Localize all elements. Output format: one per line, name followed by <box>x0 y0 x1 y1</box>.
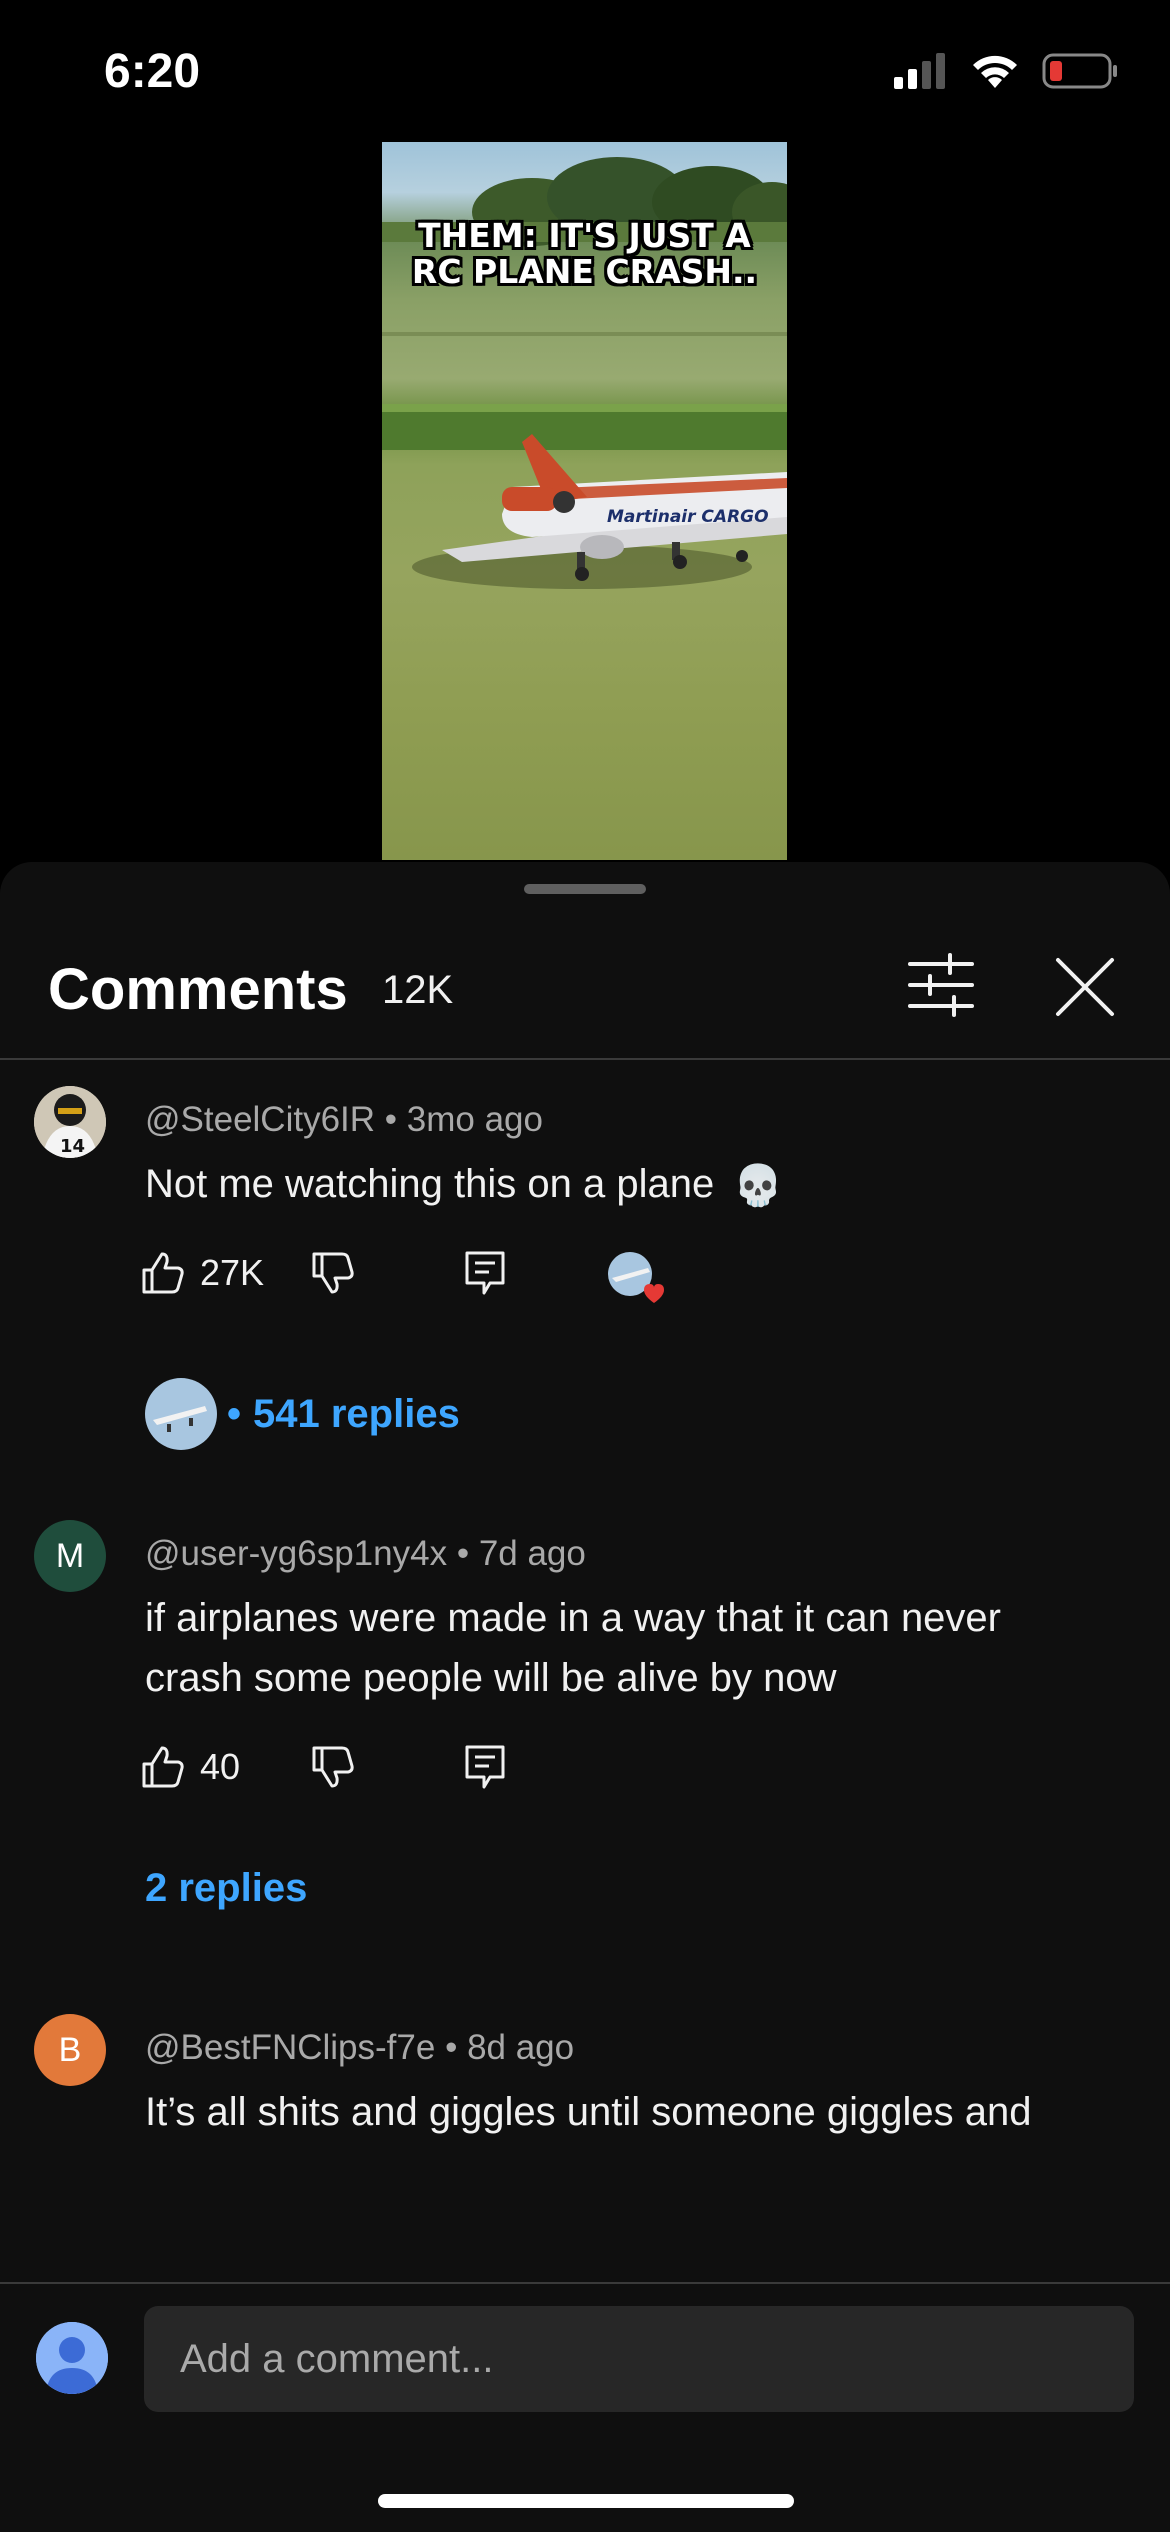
wifi-icon <box>973 55 1017 88</box>
sliders-icon <box>908 953 974 1017</box>
view-replies-link[interactable]: • 541 replies <box>145 1378 460 1450</box>
comment-meta: @SteelCity6IR • 3mo ago <box>145 1100 543 1140</box>
comment-body: It’s all shits and giggles until someone… <box>145 2090 1032 2134</box>
comment-author[interactable]: @SteelCity6IR <box>145 1100 375 1139</box>
like-count: 40 <box>200 1746 241 1787</box>
video-caption: THEM: IT'S JUST A RC PLANE CRASH.. <box>382 218 787 290</box>
screen: 6:20 Martinair CARGO THEM: IT'S JUST A R… <box>0 0 1170 2532</box>
football-player-avatar-icon: 14 <box>34 1086 106 1158</box>
comment-age: 7d ago <box>478 1534 586 1573</box>
creator-heart <box>606 1250 668 1306</box>
status-time: 6:20 <box>104 45 201 98</box>
replies-count: 2 replies <box>145 1866 308 1910</box>
reply-icon <box>465 1745 505 1789</box>
comment-actions: 40 <box>140 1744 740 1804</box>
skull-emoji: 💀 <box>733 1164 784 1209</box>
comment-text: Not me watching this on a plane 💀 <box>145 1154 1105 1216</box>
status-icons <box>894 52 1118 90</box>
avatar[interactable]: 14 <box>34 1086 106 1158</box>
like-count: 27K <box>200 1252 265 1293</box>
meta-separator: • <box>384 1100 398 1139</box>
comments-count: 12K <box>382 968 454 1012</box>
comment-item: B @BestFNClips-f7e • 8d ago It’s all shi… <box>0 2014 1170 2144</box>
reply-icon <box>465 1251 505 1295</box>
battery-icon <box>1042 53 1117 89</box>
status-bar: 6:20 <box>0 0 1170 140</box>
like-button[interactable]: 27K <box>140 1250 264 1296</box>
comment-item: 14 @SteelCity6IR • 3mo ago Not me watchi… <box>0 1086 1170 1450</box>
comment-meta: @user-yg6sp1ny4x • 7d ago <box>145 1534 586 1574</box>
thumbs-up-icon <box>142 1746 184 1788</box>
meta-separator: • <box>445 2028 458 2067</box>
video-player[interactable]: Martinair CARGO THEM: IT'S JUST A RC PLA… <box>382 142 787 860</box>
current-user-avatar[interactable] <box>36 2322 108 2394</box>
add-comment-input[interactable] <box>144 2306 1134 2412</box>
comment-author[interactable]: @BestFNClips-f7e <box>145 2028 435 2067</box>
cellular-signal-icon <box>894 53 945 89</box>
comment-age: 8d ago <box>467 2028 575 2067</box>
view-replies-link[interactable]: 2 replies <box>145 1866 307 1911</box>
thumbs-down-icon <box>312 1746 354 1788</box>
avatar[interactable]: M <box>34 1520 106 1592</box>
avatar[interactable]: B <box>34 2014 106 2086</box>
reply-author-avatar-icon <box>145 1378 217 1450</box>
caption-line-2: RC PLANE CRASH.. <box>411 252 758 291</box>
comment-age: 3mo ago <box>406 1100 543 1139</box>
close-icon <box>1056 958 1114 1016</box>
creator-heart-icon <box>608 1252 664 1303</box>
close-button[interactable] <box>1054 956 1116 1018</box>
sort-filter-button[interactable] <box>906 952 976 1018</box>
home-indicator[interactable] <box>378 2494 794 2508</box>
dislike-button[interactable] <box>310 1744 356 1790</box>
comments-list: 14 @SteelCity6IR • 3mo ago Not me watchi… <box>0 1086 1170 2144</box>
comment-body: Not me watching this on a plane <box>145 1162 715 1206</box>
replies-separator: • <box>227 1391 242 1436</box>
thumbs-down-icon <box>312 1252 354 1294</box>
user-silhouette-icon <box>36 2322 108 2394</box>
svg-text:14: 14 <box>60 1136 85 1157</box>
comments-title: Comments <box>48 957 348 1022</box>
comment-item: M @user-yg6sp1ny4x • 7d ago if airplanes… <box>0 1520 1170 1940</box>
like-button[interactable]: 40 <box>140 1744 240 1790</box>
comment-text: It’s all shits and giggles until someone… <box>145 2082 1105 2144</box>
meta-separator: • <box>456 1534 470 1573</box>
replies-count: 541 replies <box>253 1391 460 1436</box>
reply-button[interactable] <box>464 1250 506 1296</box>
drag-handle[interactable] <box>524 884 646 894</box>
reply-button[interactable] <box>464 1744 506 1790</box>
caption-line-1: THEM: IT'S JUST A <box>418 216 751 255</box>
comment-meta: @BestFNClips-f7e • 8d ago <box>145 2028 574 2068</box>
comment-actions: 27K <box>140 1250 740 1310</box>
comment-author[interactable]: @user-yg6sp1ny4x <box>145 1534 447 1573</box>
thumbs-up-icon <box>142 1252 184 1294</box>
comment-text: if airplanes were made in a way that it … <box>145 1596 1001 1700</box>
svg-text:Martinair CARGO: Martinair CARGO <box>607 507 769 527</box>
dislike-button[interactable] <box>310 1250 356 1296</box>
